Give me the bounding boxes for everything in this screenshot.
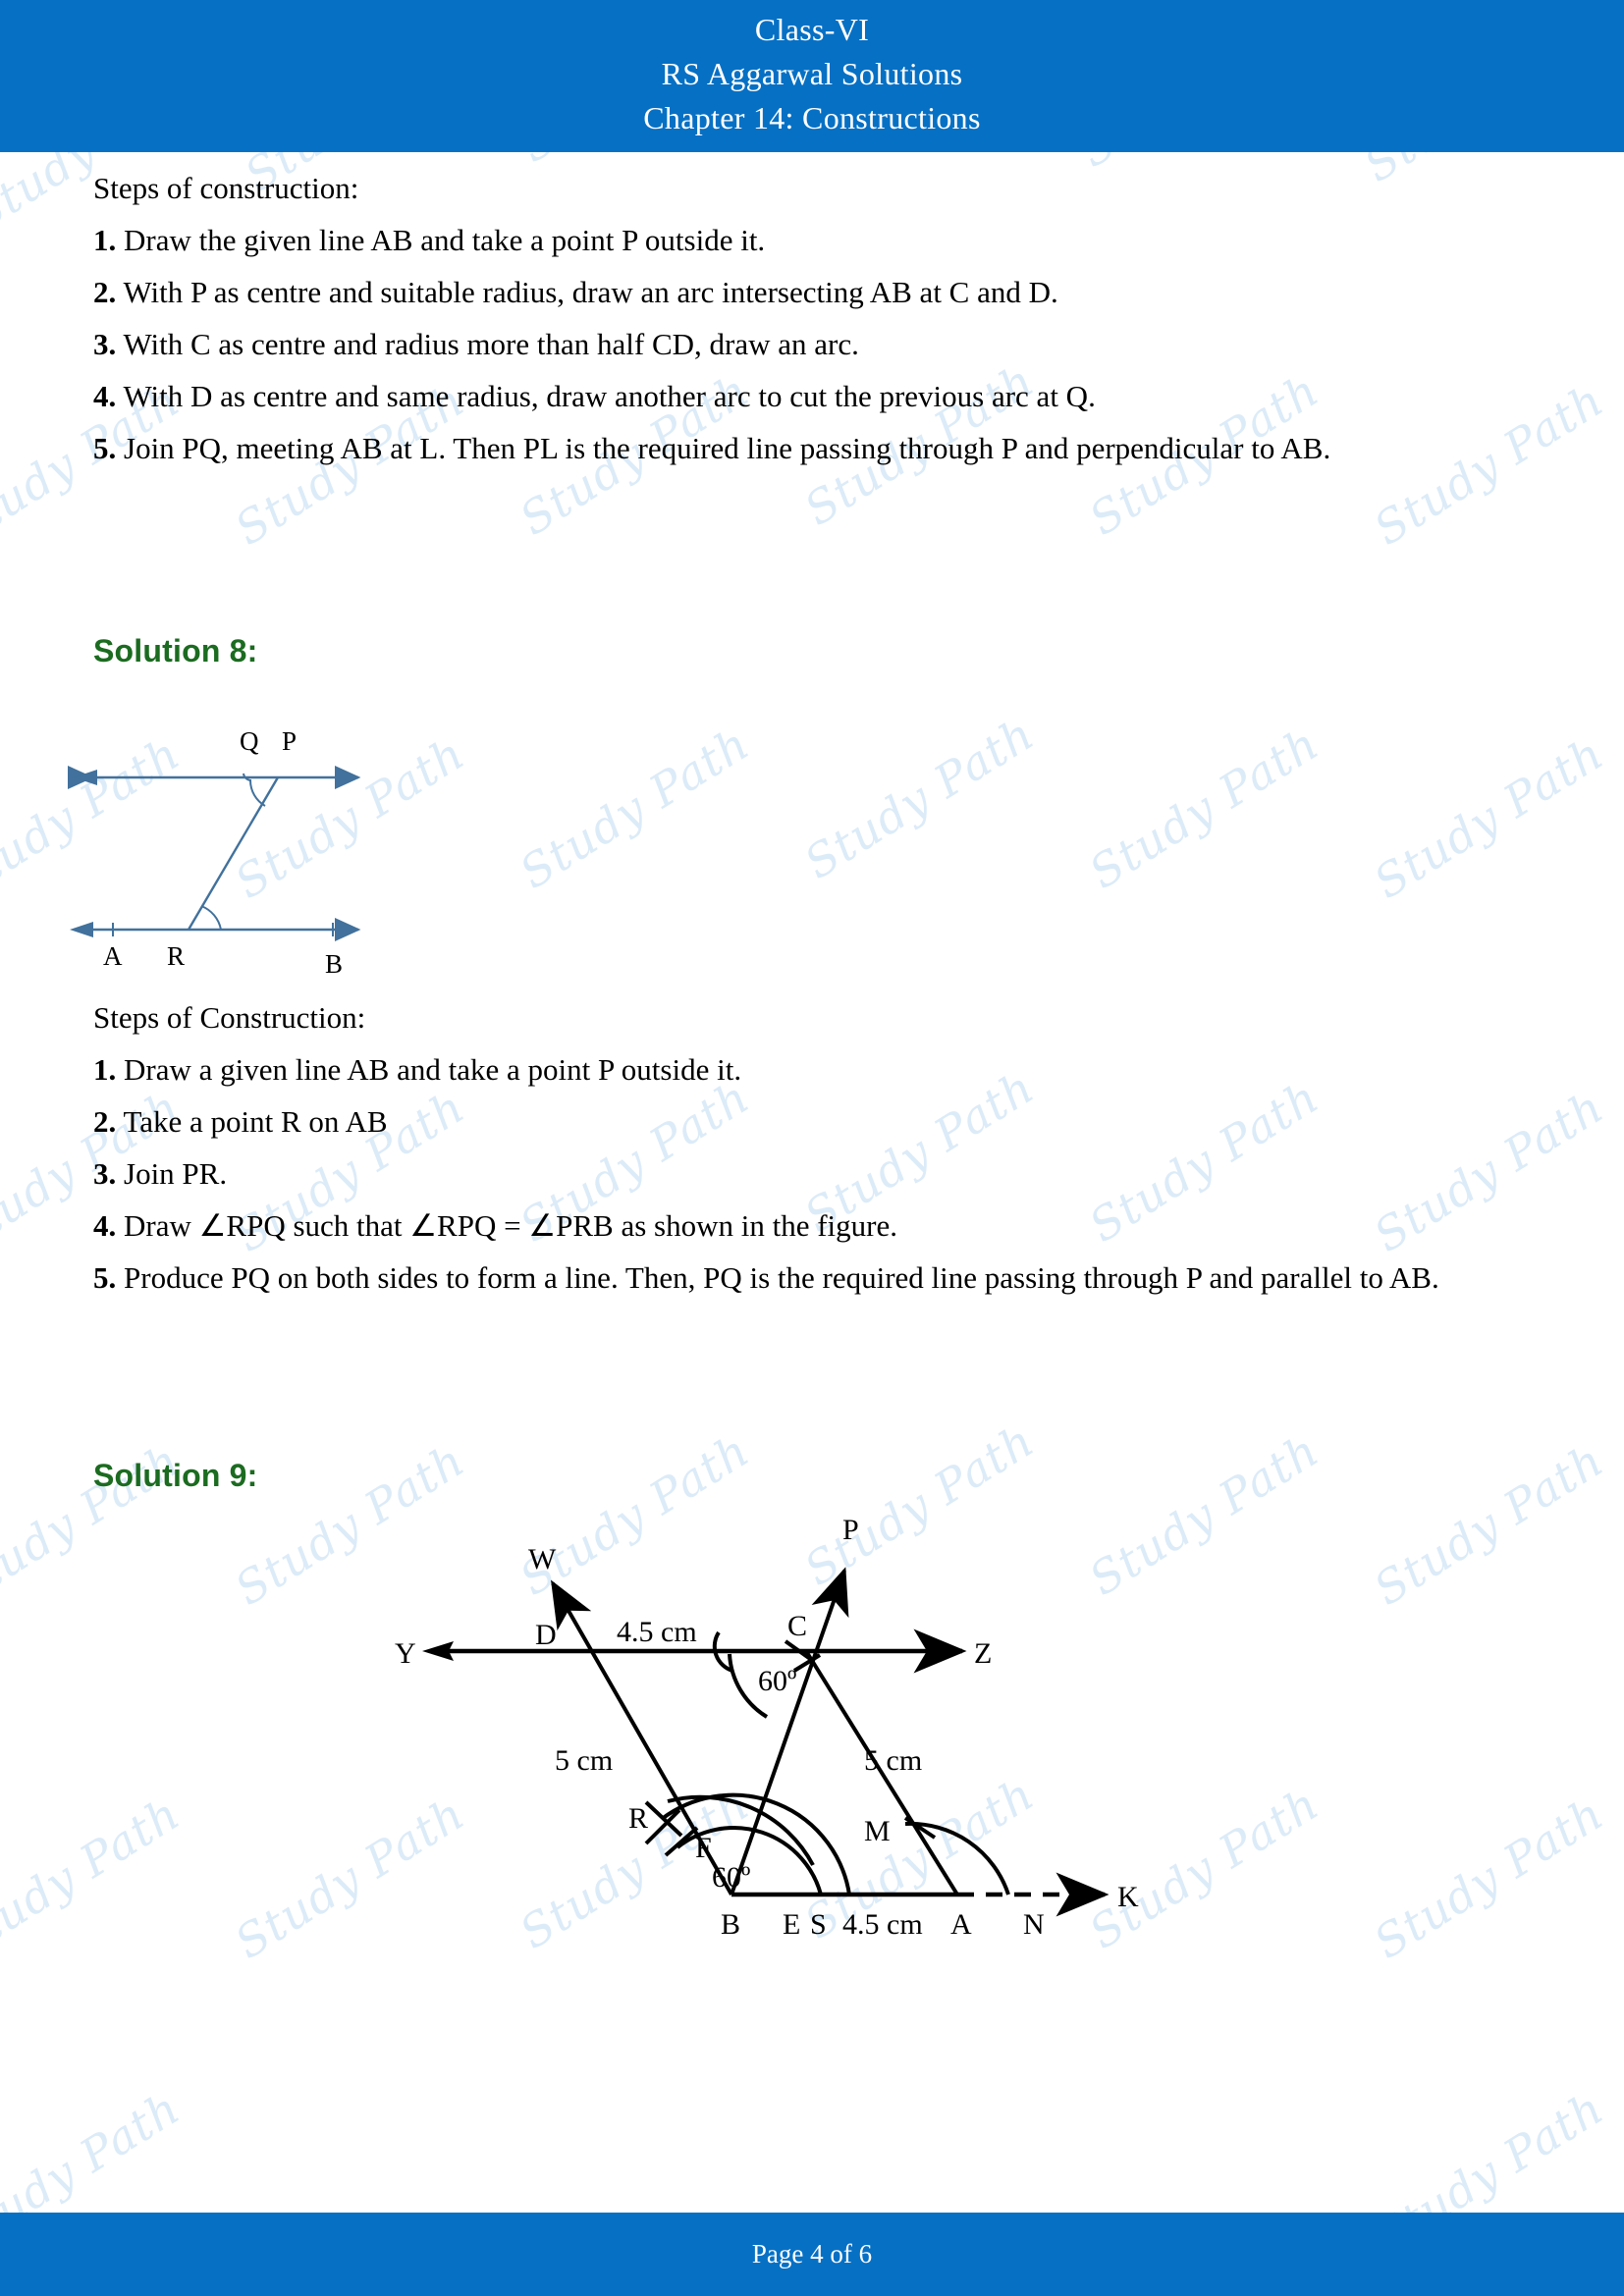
step-number: 1. [93,1052,117,1087]
watermark-text: Study Path [511,717,759,899]
header-class-title: Class-VI [754,12,870,47]
figure-label: N [1023,1908,1045,1941]
step-text: Produce PQ on both sides to form a line.… [124,1260,1439,1295]
step-number: 2. [93,275,117,309]
figure-label: 5 cm [864,1744,922,1777]
figure-label: R [167,941,185,971]
step-text: Take a point R on AB [123,1104,388,1139]
step-number: 3. [93,327,117,361]
figure-label: S [810,1908,827,1941]
steps-of-construction-block-2: Steps of Construction: 1. Draw a given l… [93,991,1497,1304]
step-item: 5. Join PQ, meeting AB at L. Then PL is … [93,422,1497,474]
watermark-text: Study Path [1365,726,1613,909]
steps-heading-2: Steps of Construction: [93,1000,366,1035]
step-text: Join PQ, meeting AB at L. Then PL is the… [124,431,1331,465]
watermark-text: Study Path [1080,717,1328,899]
step-number: 5. [93,431,117,465]
step-text: With D as centre and same radius, draw a… [123,379,1096,413]
figure-label: 4.5 cm [842,1908,923,1941]
step-number: 3. [93,1156,117,1191]
solution-8-figure: Q P A R B [64,633,476,977]
figure-label: 60º [758,1665,796,1697]
step-text: With P as centre and suitable radius, dr… [123,275,1058,309]
figure-label: Z [974,1637,992,1670]
figure-label: W [528,1543,557,1575]
figure-label: P [842,1514,859,1546]
step-number: 5. [93,1260,117,1295]
step-item: 1. Draw the given line AB and take a poi… [93,214,1497,266]
watermark-text: Study Path [1365,1433,1613,1616]
steps-heading-1: Steps of construction: [93,171,359,205]
solution-9-figure: P W C D 4.5 cm Y Z 60º 5 cm 5 cm R M F 6… [177,1472,1218,1963]
step-item: 4. With D as centre and same radius, dra… [93,370,1497,422]
step-item: 3. With C as centre and radius more than… [93,318,1497,370]
step-item: 2. With P as centre and suitable radius,… [93,266,1497,318]
step-number: 4. [93,379,117,413]
page-footer: Page 4 of 6 [0,2213,1624,2296]
step-number: 4. [93,1208,117,1243]
step-number: 2. [93,1104,117,1139]
step-item: 1. Draw a given line AB and take a point… [93,1043,1497,1095]
figure-label: A [103,941,123,971]
page-header: Class-VI RS Aggarwal Solutions Chapter 1… [0,0,1624,152]
figure-label: Y [395,1637,416,1670]
step-number: 1. [93,223,117,257]
document-page: Study Path Study Path Study Path Study P… [0,0,1624,2296]
figure-label: Q [240,726,259,756]
figure-label: 60º [712,1861,750,1894]
step-item: 3. Join PR. [93,1148,1497,1200]
step-text: Draw ∠RPQ such that ∠RPQ = ∠PRB as shown… [124,1208,898,1243]
step-text: Draw a given line AB and take a point P … [124,1052,742,1087]
step-text: Draw the given line AB and take a point … [124,223,766,257]
steps-of-construction-block-1: Steps of construction: 1. Draw the given… [93,162,1497,474]
figure-label: C [787,1610,807,1642]
step-item: 2. Take a point R on AB [93,1095,1497,1148]
watermark-text: Study Path [1365,1787,1613,1969]
watermark-text: Study Path [0,1787,189,1969]
step-text: With C as centre and radius more than ha… [123,327,859,361]
figure-label: E [783,1908,800,1941]
figure-label: P [282,726,297,756]
figure-label: D [535,1619,557,1651]
step-text: Join PR. [124,1156,228,1191]
figure-label: K [1117,1881,1139,1913]
figure-label: F [695,1832,712,1864]
figure-label: 5 cm [555,1744,613,1777]
watermark-text: Study Path [795,707,1044,889]
figure-label: R [628,1802,648,1835]
header-chapter-title: Chapter 14: Constructions [643,100,981,135]
header-book-title: RS Aggarwal Solutions [661,56,963,91]
step-item: 4. Draw ∠RPQ such that ∠RPQ = ∠PRB as sh… [93,1200,1497,1252]
figure-label: B [325,949,343,977]
page-number: Page 4 of 6 [751,2239,873,2269]
figure-label: A [950,1908,972,1941]
step-item: 5. Produce PQ on both sides to form a li… [93,1252,1497,1304]
figure-label: 4.5 cm [617,1616,697,1648]
figure-label: B [721,1908,740,1941]
figure-label: M [864,1815,891,1847]
